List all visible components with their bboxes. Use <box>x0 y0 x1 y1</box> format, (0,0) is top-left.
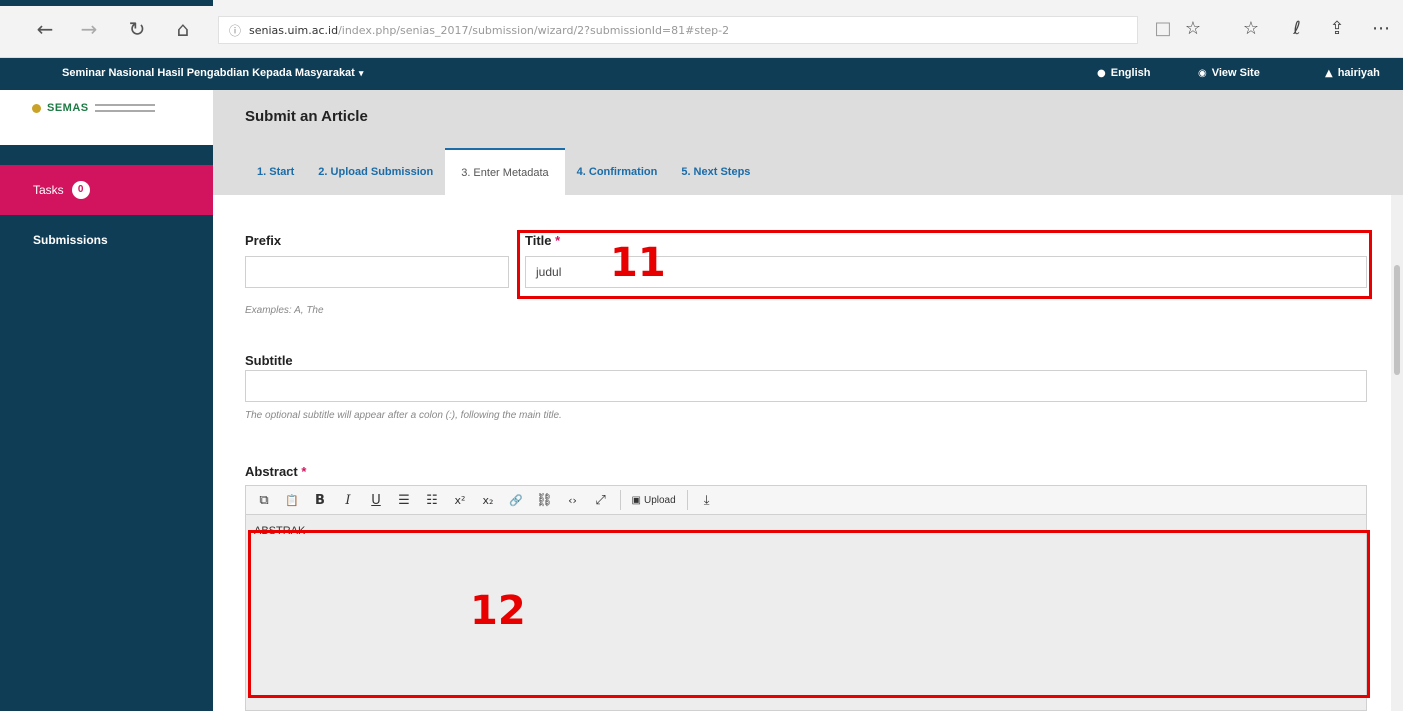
subtitle-hint: The optional subtitle will appear after … <box>245 410 562 421</box>
upload-image-button[interactable]: ▣ Upload <box>628 489 680 511</box>
site-topbar: Seminar Nasional Hasil Pengabdian Kepada… <box>0 58 1403 90</box>
site-title-text: Seminar Nasional Hasil Pengabdian Kepada… <box>62 67 355 79</box>
metadata-form: Prefix Examples: A, The Title * judul Su… <box>213 195 1403 711</box>
tab-next-steps[interactable]: 5. Next Steps <box>669 148 762 195</box>
download-icon[interactable]: ⤓ <box>695 489 719 511</box>
annotation-number-abstract: 12 <box>470 588 526 634</box>
logo-text: SEMAS <box>47 102 89 114</box>
tab-start[interactable]: 1. Start <box>245 148 306 195</box>
numbered-list-icon[interactable]: ☷ <box>420 489 444 511</box>
superscript-button[interactable]: x² <box>448 489 472 511</box>
language-menu[interactable]: ● English <box>1097 67 1150 79</box>
user-menu[interactable]: ▲ hairiyah <box>1325 67 1380 79</box>
scrollbar-thumb[interactable] <box>1394 265 1400 375</box>
user-icon: ▲ <box>1325 67 1333 79</box>
paste-icon[interactable]: 📋 <box>280 489 304 511</box>
reading-view-icon[interactable]: □ <box>1148 14 1178 44</box>
view-site-label: View Site <box>1211 67 1260 79</box>
favorites-hub-icon[interactable]: ☆ <box>1236 14 1266 44</box>
site-title-dropdown[interactable]: Seminar Nasional Hasil Pengabdian Kepada… <box>62 67 363 79</box>
prefix-hint: Examples: A, The <box>245 305 324 316</box>
eye-icon: ◉ <box>1198 67 1207 79</box>
prefix-label: Prefix <box>245 233 282 248</box>
tasks-count-badge: 0 <box>71 181 90 199</box>
sidebar-item-submissions[interactable]: Submissions <box>33 233 108 247</box>
site-logo[interactable]: SEMAS <box>0 90 213 145</box>
bold-button[interactable]: B <box>308 489 332 511</box>
tab-upload-submission[interactable]: 2. Upload Submission <box>306 148 445 195</box>
underline-button[interactable]: U <box>364 489 388 511</box>
chevron-down-icon: ▾ <box>358 68 364 78</box>
refresh-icon[interactable]: ↻ <box>122 14 152 44</box>
url-path: /index.php/senias_2017/submission/wizard… <box>338 23 730 37</box>
home-icon[interactable]: ⌂ <box>168 14 198 44</box>
prefix-input[interactable] <box>245 256 509 288</box>
abstract-label: Abstract * <box>245 464 306 479</box>
user-name: hairiyah <box>1337 67 1380 79</box>
info-icon[interactable]: ⓘ <box>229 22 241 39</box>
bullet-list-icon[interactable]: ☰ <box>392 489 416 511</box>
image-icon: ▣ <box>631 494 641 506</box>
page-scrollbar[interactable] <box>1391 195 1403 711</box>
copy-icon[interactable]: ⧉ <box>252 489 276 511</box>
editor-toolbar: ⧉ 📋 B I U ☰ ☷ x² x₂ 🔗 ⛓ ‹› ⤢ ▣ Upload ⤓ <box>245 485 1367 515</box>
browser-tab-strip <box>0 0 213 6</box>
italic-button[interactable]: I <box>336 489 360 511</box>
page-header: Submit an Article 1. Start 2. Upload Sub… <box>213 90 1403 195</box>
link-icon[interactable]: 🔗 <box>504 489 528 511</box>
upload-label: Upload <box>643 494 676 506</box>
browser-toolbar: ← → ↻ ⌂ ⓘ senias.uim.ac.id /index.php/se… <box>0 0 1403 58</box>
tab-enter-metadata[interactable]: 3. Enter Metadata <box>445 148 565 195</box>
url-host: senias.uim.ac.id <box>249 23 339 37</box>
annotation-number-title: 11 <box>610 240 666 286</box>
wizard-tabs: 1. Start 2. Upload Submission 3. Enter M… <box>245 148 762 195</box>
subtitle-label: Subtitle <box>245 353 293 368</box>
view-site-link[interactable]: ◉ View Site <box>1198 67 1260 79</box>
logo-emblem-icon <box>32 103 41 113</box>
toolbar-divider <box>686 490 688 510</box>
sidebar: SEMAS Tasks 0 Submissions <box>0 90 213 711</box>
subscript-button[interactable]: x₂ <box>476 489 500 511</box>
more-icon[interactable]: ⋯ <box>1366 14 1396 44</box>
tab-confirmation[interactable]: 4. Confirmation <box>565 148 670 195</box>
language-label: English <box>1110 67 1151 79</box>
globe-icon: ● <box>1097 67 1106 79</box>
favorite-icon[interactable]: ☆ <box>1178 14 1208 44</box>
unlink-icon[interactable]: ⛓ <box>532 489 557 511</box>
logo-subtext-graphic <box>94 104 155 112</box>
forward-icon[interactable]: → <box>74 14 104 44</box>
toolbar-divider <box>619 490 621 510</box>
abstract-label-text: Abstract <box>245 464 298 479</box>
required-mark: * <box>301 464 307 479</box>
address-bar[interactable]: ⓘ senias.uim.ac.id /index.php/senias_201… <box>218 16 1138 44</box>
back-icon[interactable]: ← <box>30 14 60 44</box>
annotation-box-abstract <box>248 530 1370 698</box>
tasks-label: Tasks <box>33 183 64 197</box>
share-icon[interactable]: ⇪ <box>1322 14 1352 44</box>
logo-mark: SEMAS <box>32 102 155 114</box>
sidebar-item-tasks[interactable]: Tasks 0 <box>0 165 213 215</box>
subtitle-input[interactable] <box>245 370 1367 402</box>
pen-icon[interactable]: ℓ <box>1282 14 1312 44</box>
fullscreen-icon[interactable]: ⤢ <box>589 489 613 511</box>
page-title: Submit an Article <box>245 108 368 125</box>
code-icon[interactable]: ‹› <box>561 489 585 511</box>
